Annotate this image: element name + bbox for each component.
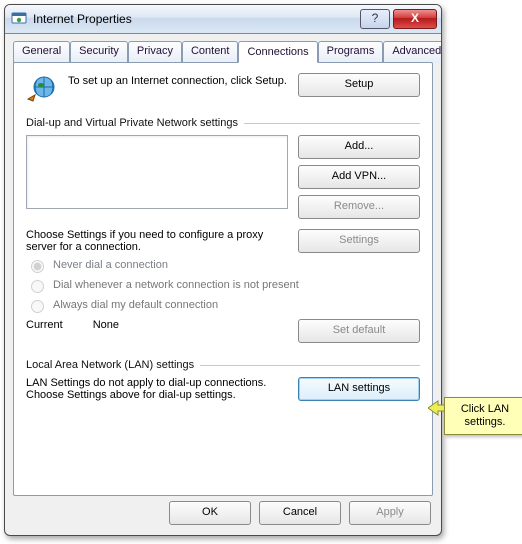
add-vpn-button[interactable]: Add VPN... — [298, 165, 420, 189]
radio-always-dial-default[interactable]: Always dial my default connection — [26, 297, 420, 313]
tab-general[interactable]: General — [13, 41, 70, 63]
setup-button[interactable]: Setup — [298, 73, 420, 97]
tab-privacy[interactable]: Privacy — [128, 41, 182, 63]
group-dialup-label: Dial-up and Virtual Private Network sett… — [26, 117, 420, 129]
dial-settings-button[interactable]: Settings — [298, 229, 420, 253]
cancel-button[interactable]: Cancel — [259, 501, 341, 525]
help-button[interactable]: ? — [360, 9, 390, 29]
tab-connections[interactable]: Connections — [238, 41, 317, 63]
tab-advanced[interactable]: Advanced — [383, 41, 442, 63]
tabpanel-connections: To set up an Internet connection, click … — [13, 62, 433, 496]
close-button[interactable]: X — [393, 9, 437, 29]
lan-desc: LAN Settings do not apply to dial-up con… — [26, 377, 288, 401]
dial-desc: Choose Settings if you need to configure… — [26, 229, 288, 253]
lan-settings-button[interactable]: LAN settings — [298, 377, 420, 401]
ok-button[interactable]: OK — [169, 501, 251, 525]
dialog-buttons: OK Cancel Apply — [169, 501, 431, 525]
add-button[interactable]: Add... — [298, 135, 420, 159]
globe-wizard-icon — [26, 73, 58, 105]
instruction-callout: Click LAN settings. — [444, 397, 522, 435]
internet-options-icon — [11, 11, 27, 27]
remove-button[interactable]: Remove... — [298, 195, 420, 219]
intro-text: To set up an Internet connection, click … — [68, 73, 288, 87]
tab-security[interactable]: Security — [70, 41, 128, 63]
set-default-button[interactable]: Set default — [298, 319, 420, 343]
window-title: Internet Properties — [33, 12, 360, 26]
tab-content[interactable]: Content — [182, 41, 239, 63]
internet-properties-dialog: Internet Properties ? X General Security… — [4, 4, 442, 536]
radio-never-dial[interactable]: Never dial a connection — [26, 257, 420, 273]
apply-button[interactable]: Apply — [349, 501, 431, 525]
radio-dial-when-no-net[interactable]: Dial whenever a network connection is no… — [26, 277, 420, 293]
tabstrip: General Security Privacy Content Connect… — [5, 34, 441, 62]
dialup-listbox[interactable] — [26, 135, 288, 209]
current-connection: Current None — [26, 319, 288, 343]
group-lan-label: Local Area Network (LAN) settings — [26, 359, 420, 371]
titlebar[interactable]: Internet Properties ? X — [5, 5, 441, 34]
tab-programs[interactable]: Programs — [318, 41, 384, 63]
